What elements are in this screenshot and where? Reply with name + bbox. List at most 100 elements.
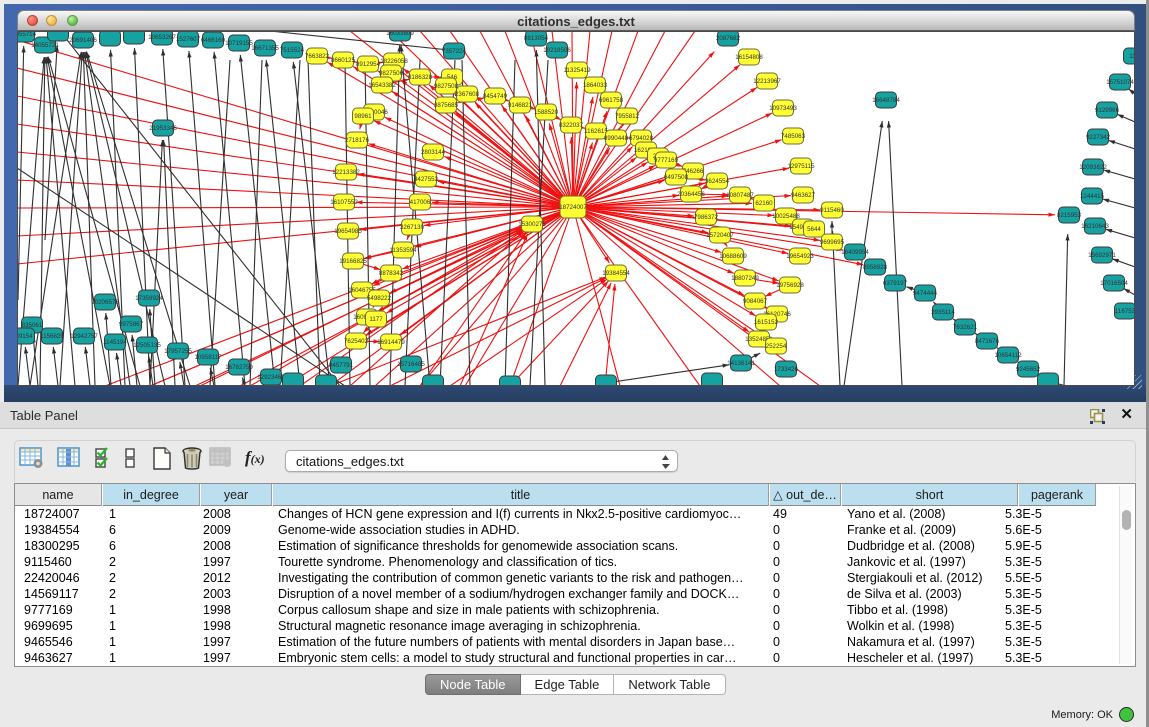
svg-text:19166825: 19166825: [339, 258, 367, 265]
svg-text:6497508: 6497508: [664, 174, 689, 181]
svg-text:20206576: 20206576: [91, 299, 119, 306]
svg-text:1733426: 1733426: [774, 366, 799, 373]
svg-text:16154808: 16154808: [735, 54, 763, 61]
svg-text:16543382: 16543382: [368, 82, 396, 89]
svg-text:7663822: 7663822: [305, 53, 330, 60]
svg-text:14136141: 14136141: [727, 360, 755, 367]
svg-text:7986372: 7986372: [694, 214, 719, 221]
svg-text:12975115: 12975115: [787, 163, 815, 170]
svg-text:16648784: 16648784: [872, 97, 900, 104]
svg-text:252254: 252254: [766, 343, 787, 350]
svg-text:6379197: 6379197: [883, 280, 908, 287]
svg-text:19654985: 19654985: [334, 228, 362, 235]
svg-text:3624554: 3624554: [705, 178, 730, 185]
svg-text:10973493: 10973493: [769, 105, 797, 112]
svg-text:1145194: 1145194: [103, 339, 127, 346]
svg-text:15692971: 15692971: [1088, 252, 1116, 259]
svg-text:12505135: 12505135: [133, 342, 161, 349]
svg-text:8990448: 8990448: [604, 135, 629, 142]
svg-text:8912954: 8912954: [356, 61, 381, 68]
svg-text:3875685: 3875685: [434, 102, 459, 109]
svg-text:19384554: 19384554: [602, 270, 630, 277]
svg-text:9457791: 9457791: [329, 362, 354, 369]
svg-text:9777169: 9777169: [654, 157, 679, 164]
svg-text:8471676: 8471676: [975, 338, 1000, 345]
svg-text:12923468: 12923468: [257, 374, 285, 381]
svg-text:19218506: 19218506: [543, 47, 571, 54]
svg-text:1588520: 1588520: [534, 109, 559, 116]
svg-text:1244415: 1244415: [1080, 193, 1105, 200]
svg-text:1177: 1177: [369, 316, 383, 323]
svg-text:9227342: 9227342: [1086, 134, 1111, 141]
svg-text:2935114: 2935114: [931, 309, 955, 316]
svg-text:7625402: 7625402: [344, 338, 369, 345]
svg-text:1615152: 1615152: [754, 319, 779, 326]
svg-text:98961: 98961: [354, 113, 372, 120]
svg-text:15751074: 15751074: [1106, 79, 1134, 86]
svg-text:19654923: 19654923: [786, 253, 814, 260]
svg-text:14055721: 14055721: [31, 42, 59, 49]
svg-text:16671355: 16671355: [251, 45, 279, 52]
svg-text:17359924: 17359924: [135, 295, 163, 302]
svg-text:1527607: 1527607: [176, 36, 201, 43]
svg-text:6961758: 6961758: [599, 97, 624, 104]
svg-text:7632621: 7632621: [953, 324, 978, 331]
svg-text:9245652: 9245652: [1016, 366, 1041, 373]
svg-text:8454749: 8454749: [483, 93, 508, 100]
svg-text:7357224: 7357224: [442, 48, 467, 55]
svg-text:3267130: 3267130: [400, 224, 425, 231]
svg-text:8215953: 8215953: [1057, 212, 1082, 219]
svg-text:10807487: 10807487: [726, 192, 754, 199]
svg-text:9084067: 9084067: [743, 298, 768, 305]
svg-text:12213967: 12213967: [753, 78, 781, 85]
svg-text:9146821: 9146821: [508, 102, 533, 109]
svg-text:1162615: 1162615: [584, 128, 608, 135]
svg-text:2055714: 2055714: [17, 31, 37, 38]
svg-text:6466160: 6466160: [201, 37, 226, 44]
svg-text:17016504: 17016504: [1100, 280, 1128, 287]
svg-text:7515524: 7515524: [280, 47, 305, 54]
svg-text:2367608: 2367608: [455, 91, 480, 98]
svg-text:16107552: 16107552: [330, 199, 358, 206]
svg-text:116753: 116753: [1115, 308, 1135, 315]
svg-text:8958928: 8958928: [863, 264, 888, 271]
svg-text:8813054: 8813054: [524, 35, 549, 42]
svg-text:12213382: 12213382: [332, 169, 360, 176]
svg-text:7955812: 7955812: [615, 113, 640, 120]
svg-text:18807249: 18807249: [731, 275, 759, 282]
svg-text:16782759: 16782759: [225, 364, 253, 371]
svg-text:17957255: 17957255: [164, 348, 192, 355]
svg-text:21953346: 21953346: [149, 125, 177, 132]
svg-text:18226058: 18226058: [380, 58, 408, 65]
svg-text:1864033: 1864033: [583, 82, 608, 89]
svg-text:2087682: 2087682: [716, 35, 741, 42]
svg-text:9699695: 9699695: [820, 239, 845, 246]
svg-text:10688609: 10688609: [719, 253, 747, 260]
svg-text:18724007: 18724007: [559, 204, 587, 211]
svg-text:5498222: 5498222: [367, 295, 392, 302]
svg-text:16409954: 16409954: [841, 249, 869, 256]
svg-text:7485063: 7485063: [781, 133, 806, 140]
svg-text:417006: 417006: [410, 199, 431, 206]
svg-text:19756928: 19756928: [776, 282, 804, 289]
svg-text:10958117: 10958117: [194, 354, 222, 361]
svg-text:16210643: 16210643: [1081, 223, 1109, 230]
svg-text:2718176: 2718176: [345, 137, 370, 144]
svg-text:9827506: 9827506: [379, 70, 404, 77]
svg-text:11325419: 11325419: [563, 67, 591, 74]
svg-text:8878342: 8878342: [379, 270, 404, 277]
svg-text:9463627: 9463627: [791, 192, 816, 199]
svg-text:16914479: 16914479: [377, 339, 405, 346]
svg-text:11353594: 11353594: [389, 247, 417, 254]
svg-text:6794028: 6794028: [629, 135, 654, 142]
svg-text:12942757: 12942757: [70, 333, 98, 340]
svg-text:15720407: 15720407: [706, 232, 734, 239]
svg-text:10719155: 10719155: [225, 40, 253, 47]
svg-text:10654112: 10654112: [994, 352, 1022, 359]
svg-text:8660125: 8660125: [331, 57, 356, 64]
svg-text:9474444: 9474444: [913, 290, 938, 297]
svg-text:39154: 39154: [17, 333, 33, 340]
svg-text:15716485: 15716485: [397, 361, 425, 368]
svg-text:9975867: 9975867: [119, 321, 144, 328]
svg-text:20691406: 20691406: [69, 37, 97, 44]
